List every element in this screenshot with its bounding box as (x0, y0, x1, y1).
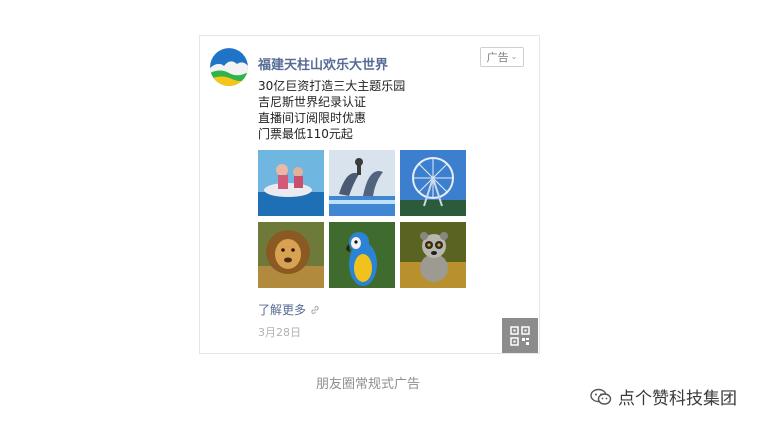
ad-image-dolphin-show[interactable] (258, 150, 324, 216)
account-avatar[interactable] (210, 48, 248, 86)
ad-image-grid (258, 150, 468, 290)
ad-text-line: 直播间订阅限时优惠 (258, 111, 367, 125)
account-name[interactable]: 福建天柱山欢乐大世界 (258, 54, 388, 73)
ad-badge-label: 广告 (486, 51, 509, 64)
watermark: 点个赞科技集团 (590, 384, 737, 409)
ad-image-ferris-wheel[interactable] (400, 150, 466, 216)
qr-code-icon (510, 325, 530, 346)
qr-code-button[interactable] (502, 318, 538, 353)
moments-ad-card: 福建天柱山欢乐大世界 广告 ⌄ 30亿巨资打造三大主题乐园 吉尼斯世界纪录认证 … (199, 35, 540, 354)
account-logo (210, 48, 248, 86)
ad-image-dolphin-jump[interactable] (329, 150, 395, 216)
ad-text-line: 30亿巨资打造三大主题乐园 (258, 79, 406, 93)
ad-badge-button[interactable]: 广告 ⌄ (480, 47, 524, 67)
ad-image-lion[interactable] (258, 222, 324, 288)
ad-text-line: 门票最低110元起 (258, 127, 353, 141)
chevron-down-icon: ⌄ (510, 52, 518, 61)
ad-text-line: 吉尼斯世界纪录认证 (258, 95, 367, 109)
learn-more-link[interactable]: 了解更多 (258, 301, 321, 318)
wechat-icon (590, 388, 612, 405)
learn-more-label: 了解更多 (258, 303, 307, 317)
link-icon (311, 305, 319, 314)
ad-image-lemur[interactable] (400, 222, 466, 288)
watermark-text: 点个赞科技集团 (618, 389, 737, 409)
ad-text: 30亿巨资打造三大主题乐园 吉尼斯世界纪录认证 直播间订阅限时优惠 门票最低11… (258, 78, 405, 142)
post-date: 3月28日 (258, 326, 301, 339)
ad-image-parrot[interactable] (329, 222, 395, 288)
